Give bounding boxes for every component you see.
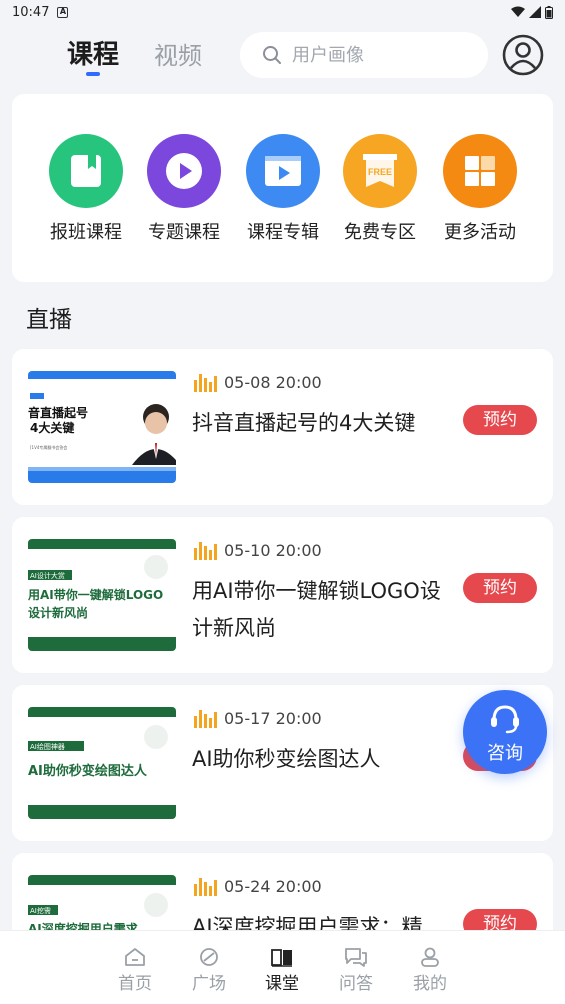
thumb-text: AI助你秒变绘图达人	[28, 763, 148, 779]
live-bars-icon	[194, 373, 217, 392]
quick-link-label: 专题课程	[148, 222, 220, 243]
search-input[interactable]	[292, 44, 472, 66]
headset-icon	[491, 705, 519, 734]
qa-chat-icon	[345, 948, 367, 967]
tab-course[interactable]: 课程	[67, 34, 119, 71]
video-album-icon	[246, 134, 320, 208]
nav-label: 问答	[339, 974, 373, 994]
signal-icon	[529, 6, 541, 18]
quick-link-label: 更多活动	[444, 222, 516, 243]
live-thumbnail: 音直播起号 4大关键 [1V4专属翻书会答会	[28, 371, 176, 483]
live-item[interactable]: AI设计大赏 用AI带你一键解锁LOGO 设计新风尚 05-10 20:00 用…	[12, 517, 553, 673]
nav-label: 首页	[118, 974, 152, 994]
live-section-title: 直播	[26, 307, 72, 333]
quick-link-label: 课程专辑	[247, 222, 319, 243]
search-bar[interactable]	[240, 32, 488, 78]
nav-label: 广场	[192, 974, 226, 994]
nav-classroom[interactable]: 课堂	[252, 945, 312, 994]
live-item[interactable]: 音直播起号 4大关键 [1V4专属翻书会答会 05-08 20:00 抖音直播起…	[12, 349, 553, 505]
live-bars-icon	[194, 709, 217, 728]
search-icon	[263, 46, 281, 64]
live-time-text: 05-10 20:00	[224, 541, 322, 560]
top-header: 课程 视频	[0, 24, 565, 88]
nav-home[interactable]: 首页	[105, 945, 165, 994]
quick-link-label: 报班课程	[50, 222, 122, 243]
quick-link-enroll-course[interactable]: 报班课程	[41, 134, 131, 244]
thumb-text: 用AI带你一键解锁LOGO	[28, 587, 163, 602]
live-bars-icon	[194, 877, 217, 896]
live-title: 抖音直播起号的4大关键	[192, 411, 416, 435]
nav-label: 我的	[413, 974, 447, 994]
notification-icon: A	[57, 6, 69, 18]
status-time: 10:47	[12, 4, 50, 20]
reserve-button[interactable]: 预约	[463, 573, 537, 603]
live-time: 05-10 20:00	[194, 541, 322, 560]
live-thumbnail: AI设计大赏 用AI带你一键解锁LOGO 设计新风尚	[28, 539, 176, 651]
live-title: AI助你秒变绘图达人	[192, 747, 381, 771]
consult-button[interactable]: 咨询	[463, 690, 547, 774]
play-circle-icon	[147, 134, 221, 208]
thumb-text: [1V4专属翻书会答会	[30, 444, 67, 450]
live-time: 05-08 20:00	[194, 373, 322, 392]
live-time: 05-24 20:00	[194, 877, 322, 896]
nav-qa[interactable]: 问答	[326, 945, 386, 994]
thumb-text: 4大关键	[30, 420, 74, 435]
live-time-text: 05-24 20:00	[224, 877, 322, 896]
tab-video[interactable]: 视频	[154, 36, 202, 71]
profile-avatar-icon[interactable]	[502, 34, 544, 76]
quick-link-course-album[interactable]: 课程专辑	[238, 134, 328, 244]
quick-link-label: 免费专区	[344, 222, 416, 243]
active-tab-indicator	[86, 72, 100, 76]
live-time: 05-17 20:00	[194, 709, 322, 728]
quick-link-topic-course[interactable]: 专题课程	[139, 134, 229, 244]
status-bar: 10:47 A	[0, 0, 565, 24]
live-thumbnail: AI绘图神器 AI助你秒变绘图达人	[28, 707, 176, 819]
free-badge-text: FREE	[368, 167, 392, 177]
thumb-text: AI挖需	[30, 906, 51, 915]
thumb-text: AI设计大赏	[30, 571, 65, 580]
live-time-text: 05-08 20:00	[224, 373, 322, 392]
wifi-icon	[511, 6, 525, 17]
quick-link-free-zone[interactable]: FREE 免费专区	[335, 134, 425, 244]
reserve-button[interactable]: 预约	[463, 405, 537, 435]
status-indicators	[511, 5, 553, 19]
quick-link-more-activities[interactable]: 更多活动	[435, 134, 525, 244]
home-icon	[125, 948, 145, 966]
thumb-text: AI绘图神器	[30, 742, 65, 751]
bottom-nav: 首页 广场 课堂 问答 我的	[0, 930, 565, 1004]
book-icon	[49, 134, 123, 208]
live-bars-icon	[194, 541, 217, 560]
nav-profile[interactable]: 我的	[400, 945, 460, 994]
consult-label: 咨询	[487, 743, 523, 764]
nav-label: 课堂	[265, 974, 299, 994]
live-title: 用AI带你一键解锁LOGO设计新风尚	[192, 579, 441, 640]
grid-icon	[443, 134, 517, 208]
thumb-text: 设计新风尚	[28, 605, 88, 620]
classroom-book-icon	[271, 949, 292, 967]
free-tag-icon: FREE	[343, 134, 417, 208]
square-icon	[200, 948, 218, 966]
battery-icon	[545, 5, 553, 19]
nav-square[interactable]: 广场	[179, 945, 239, 994]
live-time-text: 05-17 20:00	[224, 709, 322, 728]
thumb-text: 音直播起号	[28, 405, 88, 420]
profile-icon	[421, 947, 439, 967]
quick-links-card: 报班课程 专题课程 课程专辑 FREE 免费专区 更多活动	[12, 94, 553, 282]
